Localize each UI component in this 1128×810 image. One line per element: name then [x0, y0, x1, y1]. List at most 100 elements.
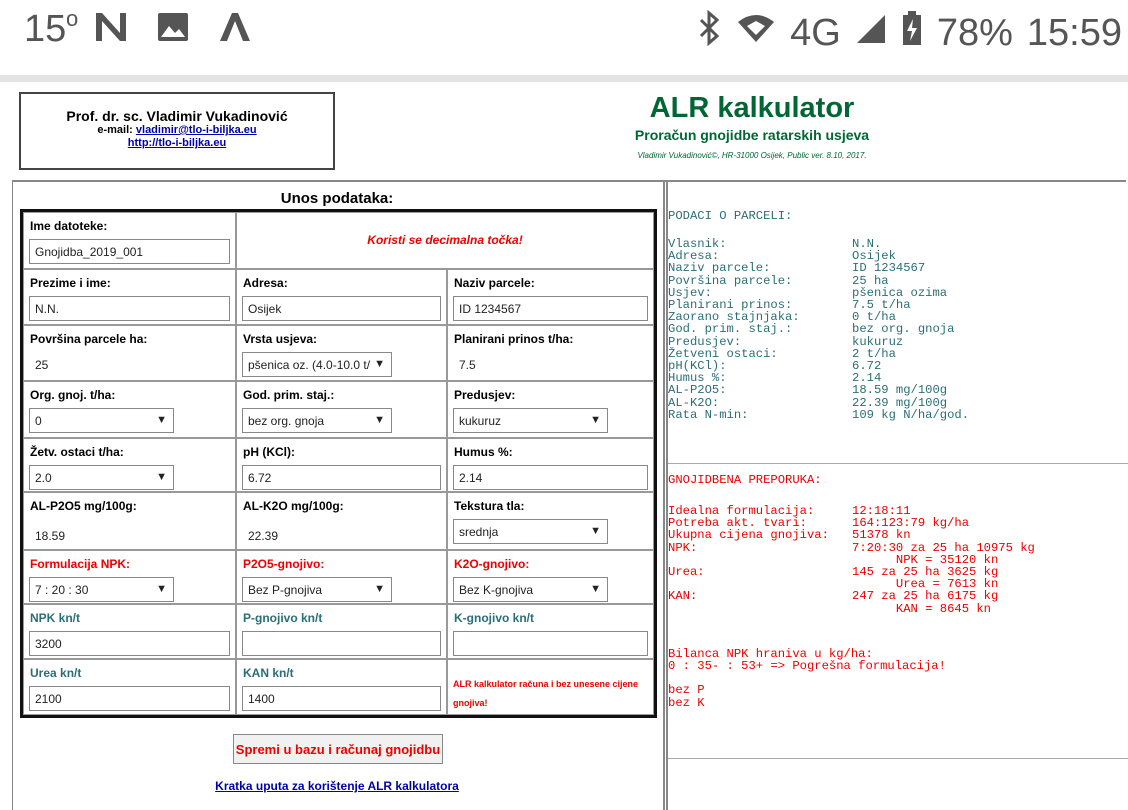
kan-price-input[interactable]: 1400: [242, 686, 441, 711]
email-link[interactable]: vladimir@tlo-i-biljka.eu: [136, 124, 257, 136]
area-input[interactable]: 25: [29, 352, 230, 377]
manure-year-select[interactable]: bez org. gnoja ▼: [242, 408, 392, 433]
residue-select[interactable]: 2.0 ▼: [29, 465, 174, 490]
name-cell: Prezime i ime: N.N.: [23, 269, 236, 325]
recommendation-row-value: KAN = 8645 kn: [852, 601, 991, 616]
app-a-icon: [218, 11, 252, 48]
k2o-label: AL-K2O mg/100g:: [243, 499, 344, 513]
manure-select[interactable]: 0 ▼: [29, 408, 174, 433]
parcel-row: Predusjev: kukuruz: [668, 335, 1128, 347]
parcel-name-label: Naziv parcele:: [454, 276, 535, 290]
no-k-note: bez K: [668, 695, 705, 710]
parcel-name-input[interactable]: ID 1234567: [453, 296, 648, 321]
signal-icon: [855, 12, 887, 55]
results-bottom-divider: [668, 758, 1128, 759]
input-form: Ime datoteke: Gnojidba_2019_001 Koristi …: [20, 209, 657, 718]
crop-select-value: pšenica oz. (4.0-10.0 t/: [248, 358, 371, 372]
k-price-input[interactable]: [453, 631, 648, 656]
image-icon: [156, 11, 190, 48]
bluetooth-icon: [698, 9, 722, 56]
precrop-cell: Predusjev: kukuruz ▼: [447, 381, 654, 438]
parcel-row: Rata N-min: 109 kg N/ha/god.: [668, 409, 1128, 421]
urea-price-input[interactable]: 2100: [29, 686, 230, 711]
name-input[interactable]: N.N.: [29, 296, 230, 321]
k2o-input[interactable]: 22.39: [242, 523, 441, 548]
status-divider: [0, 75, 1128, 82]
npk-price-label: NPK kn/t: [30, 611, 81, 625]
manure-select-value: 0: [35, 414, 42, 428]
parcel-row-value: ID 1234567: [852, 261, 926, 276]
guide-link[interactable]: Kratka uputa za korištenje ALR kalkulato…: [12, 779, 662, 793]
p2o5-cell: AL-P2O5 mg/100g: 18.59: [23, 492, 236, 550]
parcel-row-value: bez org. gnoja: [852, 322, 955, 337]
recommendation-heading-block: GNOJIDBENA PREPORUKA:: [668, 474, 1128, 486]
recommendation-heading: GNOJIDBENA PREPORUKA:: [668, 473, 822, 487]
recommendation-row-value: 7:20:30 za 25 ha 10975 kg: [852, 540, 1035, 555]
ph-input[interactable]: 6.72: [242, 465, 441, 490]
chevron-down-icon: ▼: [590, 525, 601, 537]
decimal-note-cell: Koristi se decimalna točka!: [236, 212, 654, 269]
k2o-cell: AL-K2O mg/100g: 22.39: [236, 492, 447, 550]
file-name-label: Ime datoteke:: [30, 219, 108, 233]
website-link[interactable]: http://tlo-i-biljka.eu: [21, 137, 333, 149]
status-bar: 15 o 4G 78% 15:59: [0, 0, 1128, 75]
battery-charging-icon: [901, 10, 923, 56]
chevron-down-icon: ▼: [590, 583, 601, 595]
clock: 15:59: [1026, 11, 1122, 54]
price-note: ALR kalkulator računa i bez unesene cije…: [453, 679, 639, 708]
author-email-line: e-mail: vladimir@tlo-i-biljka.eu: [21, 124, 333, 137]
app-subtitle: Proračun gnojidbe ratarskih usjeva: [634, 127, 870, 143]
texture-select[interactable]: srednja ▼: [453, 519, 608, 544]
p-fertilizer-select[interactable]: Bez P-gnojiva ▼: [242, 577, 392, 602]
save-and-calculate-button[interactable]: Spremi u bazu i računaj gnojidbu: [233, 734, 443, 764]
npk-formulation-select[interactable]: 7 : 20 : 30 ▼: [29, 577, 174, 602]
precrop-select[interactable]: kukuruz ▼: [453, 408, 608, 433]
recommendation-row: Ukupna cijena gnojiva: 51378 kn: [668, 529, 1128, 541]
humus-input[interactable]: 2.14: [453, 465, 648, 490]
p2o5-input[interactable]: 18.59: [29, 523, 230, 548]
crop-label: Vrsta usjeva:: [243, 332, 318, 346]
email-label: e-mail:: [97, 124, 133, 136]
chevron-down-icon: ▼: [590, 414, 601, 426]
manure-year-cell: God. prim. staj.: bez org. gnoja ▼: [236, 381, 447, 438]
name-label: Prezime i ime:: [30, 276, 111, 290]
author-box: Prof. dr. sc. Vladimir Vukadinović e-mai…: [19, 92, 335, 170]
price-note-cell: ALR kalkulator računa i bez unesene cije…: [447, 659, 654, 715]
parcel-row-key: AL-K2O:: [668, 395, 720, 410]
file-name-input[interactable]: Gnojidba_2019_001: [29, 239, 230, 264]
yield-input[interactable]: 7.5: [453, 352, 648, 377]
parcel-row-key: AL-P2O5:: [668, 383, 727, 398]
p-price-input[interactable]: [242, 631, 441, 656]
parcel-section-heading: PODACI O PARCELI:: [668, 209, 793, 223]
chevron-down-icon: ▼: [156, 583, 167, 595]
recommendation-row-value: 247 za 25 ha 6175 kg: [852, 589, 999, 604]
ph-cell: pH (KCl): 6.72: [236, 438, 447, 492]
decimal-note: Koristi se decimalna točka!: [367, 233, 523, 247]
recommendation-row: KAN = 8645 kn: [668, 601, 1128, 616]
chevron-down-icon: ▼: [374, 358, 385, 370]
recommendation-list: Idealna formulacija: 12:18:11 Potreba akt.…: [668, 505, 1128, 615]
k-fertilizer-label: K2O-gnojivo:: [454, 557, 530, 571]
recommendation-row: KAN: 247 za 25 ha 6175 kg: [668, 590, 1128, 602]
chevron-down-icon: ▼: [156, 471, 167, 483]
crop-select[interactable]: pšenica oz. (4.0-10.0 t/▼: [242, 352, 392, 377]
parcel-row: Žetveni ostaci: 2 t/ha: [668, 348, 1128, 360]
chevron-down-icon: ▼: [374, 583, 385, 595]
texture-cell: Tekstura tla: srednja ▼: [447, 492, 654, 550]
balance-block: Bilanca NPK hraniva u kg/ha: 0 : 35- : 5…: [668, 648, 1128, 709]
parcel-row: Vlasnik: N.N.: [668, 238, 1128, 250]
recommendation-row-key: Urea:: [668, 565, 705, 580]
address-cell: Adresa: Osijek: [236, 269, 447, 325]
recommendation-row-value: 51378 kn: [852, 528, 911, 543]
k-fertilizer-select[interactable]: Bez K-gnojiva ▼: [453, 577, 608, 602]
npk-price-input[interactable]: 3200: [29, 631, 230, 656]
p-price-label: P-gnojivo kn/t: [243, 611, 323, 625]
residue-value: 2.0: [35, 471, 52, 485]
parcel-row-key: Površina parcele:: [668, 273, 793, 288]
results-panel: PODACI O PARCELI:: [668, 210, 1128, 222]
recommendation-row-key: Ukupna cijena gnojiva:: [668, 528, 829, 543]
address-input[interactable]: Osijek: [242, 296, 441, 321]
parcel-row-value: 109 kg N/ha/god.: [852, 407, 970, 422]
manure-cell: Org. gnoj. t/ha: 0 ▼: [23, 381, 236, 438]
parcel-row-value: 18.59 mg/100g: [852, 383, 948, 398]
